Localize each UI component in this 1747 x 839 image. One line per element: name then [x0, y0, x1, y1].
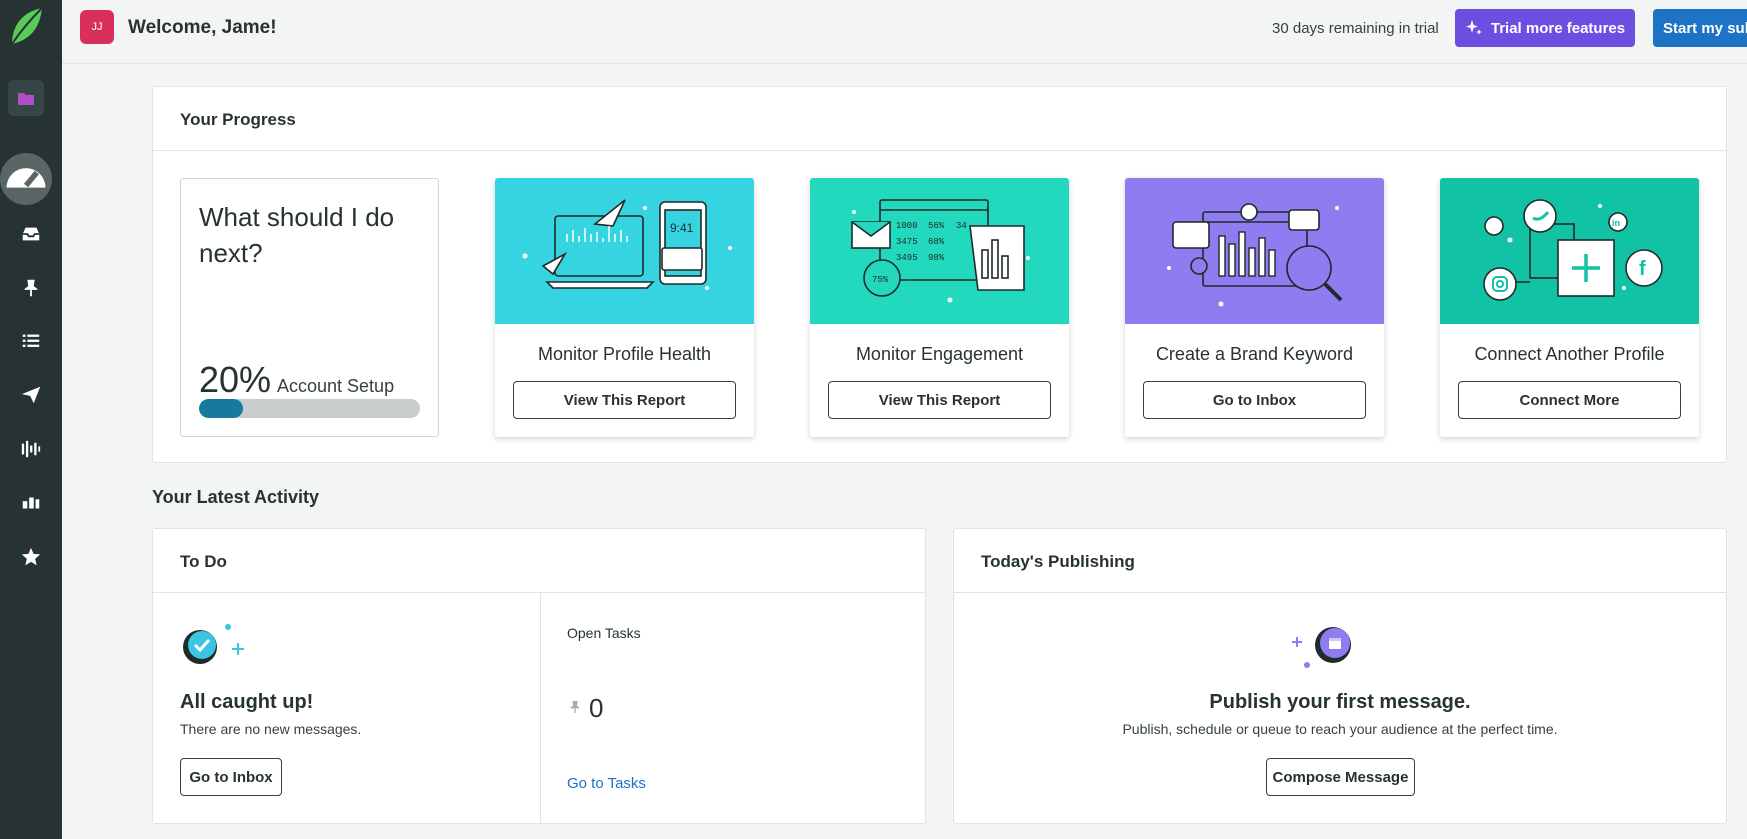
- caught-up-heading: All caught up!: [180, 691, 314, 713]
- listening-icon[interactable]: [0, 422, 62, 476]
- go-to-tasks-link[interactable]: Go to Tasks: [567, 775, 646, 792]
- view-report-button[interactable]: View This Report: [828, 381, 1051, 419]
- setup-progress-fill: [199, 399, 244, 418]
- card-title: Create a Brand Keyword: [1155, 344, 1354, 364]
- card-title: Monitor Profile Health: [537, 344, 712, 364]
- svg-text:1000: 1000: [896, 221, 918, 231]
- go-to-inbox-button[interactable]: Go to Inbox: [180, 758, 282, 796]
- connect-profile-illustration: f in: [1440, 178, 1699, 324]
- svg-text:f: f: [1639, 258, 1646, 280]
- pin-icon: [567, 697, 583, 722]
- brand-keyword-card: Create a Brand Keyword Go to Inbox: [1125, 178, 1384, 437]
- folder-icon[interactable]: [8, 80, 44, 116]
- compose-message-button[interactable]: Compose Message: [1266, 758, 1415, 796]
- reports-icon[interactable]: [0, 476, 62, 530]
- welcome-title: Welcome, Jame!: [128, 17, 277, 38]
- send-icon[interactable]: [0, 368, 62, 422]
- svg-text:75%: 75%: [872, 275, 889, 285]
- card-title: Monitor Engagement: [855, 344, 1024, 364]
- profile-health-illustration: 9:41: [495, 178, 754, 324]
- monitor-profile-health-card: 9:41 Monitor Profile Health View This Re…: [495, 178, 754, 437]
- todo-title: To Do: [180, 552, 227, 571]
- panel-divider: [153, 150, 1726, 151]
- engagement-illustration: 1000 56% 34 3475 68% 3495 98% 75%: [810, 178, 1069, 324]
- inbox-icon[interactable]: [0, 207, 62, 261]
- svg-text:in: in: [1612, 218, 1620, 228]
- publishing-title: Today's Publishing: [981, 552, 1135, 571]
- star-icon[interactable]: [0, 530, 62, 584]
- connect-more-button[interactable]: Connect More: [1458, 381, 1681, 419]
- trial-remaining-text: 30 days remaining in trial: [1272, 20, 1439, 37]
- column-divider: [540, 593, 541, 824]
- start-subscription-button[interactable]: Start my subscription: [1653, 9, 1747, 47]
- svg-text:68%: 68%: [928, 237, 945, 247]
- no-messages-text: There are no new messages.: [180, 721, 362, 737]
- sparkle-icon: [1465, 20, 1482, 35]
- list-icon[interactable]: [0, 314, 62, 368]
- sidebar: [0, 0, 62, 839]
- brand-keyword-illustration: [1125, 178, 1384, 324]
- trial-more-features-button[interactable]: Trial more features: [1455, 9, 1635, 47]
- setup-progress-bar: [199, 399, 420, 418]
- publishing-panel: Today's Publishing Publish your first me…: [953, 528, 1727, 824]
- setup-percent-label: Account Setup: [277, 376, 395, 396]
- sprout-logo-icon[interactable]: [8, 6, 44, 46]
- svg-text:3495: 3495: [896, 253, 918, 263]
- go-to-inbox-button[interactable]: Go to Inbox: [1143, 381, 1366, 419]
- next-steps-title: What should I do next?: [199, 202, 395, 268]
- avatar[interactable]: JJ: [80, 10, 114, 44]
- calendar-icon: [1291, 625, 1355, 678]
- open-tasks-count: 0: [589, 693, 604, 723]
- publish-heading: Publish your first message.: [1209, 691, 1471, 713]
- svg-text:9:41: 9:41: [670, 221, 694, 235]
- view-report-button[interactable]: View This Report: [513, 381, 736, 419]
- trial-more-features-label: Trial more features: [1490, 19, 1626, 37]
- svg-text:34: 34: [956, 221, 967, 231]
- open-tasks-label: Open Tasks: [567, 625, 641, 641]
- top-header: JJ Welcome, Jame! 30 days remaining in t…: [62, 0, 1747, 64]
- svg-text:98%: 98%: [928, 253, 945, 263]
- publish-subtext: Publish, schedule or queue to reach your…: [1122, 721, 1558, 737]
- panel-divider: [153, 592, 925, 593]
- svg-text:3475: 3475: [896, 237, 918, 247]
- pin-icon[interactable]: [0, 261, 62, 315]
- todo-panel: To Do All caught up! There are no new me…: [152, 528, 926, 824]
- progress-title: Your Progress: [180, 110, 296, 129]
- card-title: Connect Another Profile: [1474, 344, 1665, 364]
- caught-up-icon: [180, 621, 244, 674]
- monitor-engagement-card: 1000 56% 34 3475 68% 3495 98% 75% Monitor En…: [810, 178, 1069, 437]
- setup-percent: 20%: [199, 359, 272, 400]
- panel-divider: [954, 592, 1726, 593]
- connect-profile-card: f in Connect Another Profile Connect Mor…: [1440, 178, 1699, 437]
- svg-text:56%: 56%: [928, 221, 945, 231]
- next-steps-card: What should I do next? 20% Account Setup: [180, 178, 439, 437]
- latest-activity-title: Your Latest Activity: [152, 487, 320, 507]
- dashboard-icon[interactable]: [0, 153, 52, 205]
